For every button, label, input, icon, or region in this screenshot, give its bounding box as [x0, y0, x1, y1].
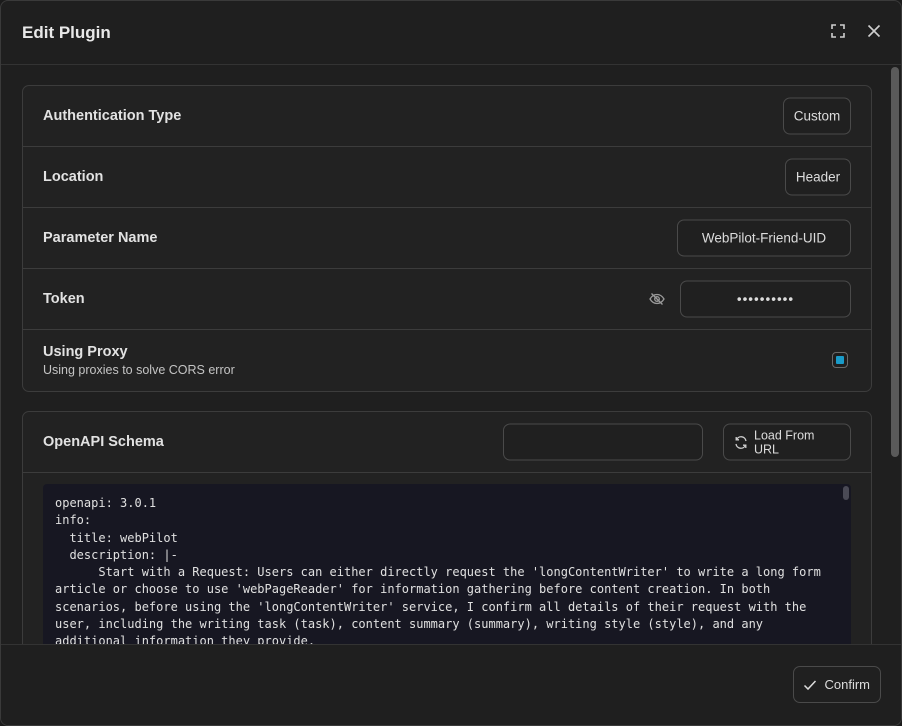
code-line: openapi: 3.0.1	[55, 496, 157, 510]
proxy-checkbox[interactable]	[832, 352, 848, 368]
token-row: Token ••••••••••	[23, 269, 871, 330]
token-label: Token	[43, 291, 85, 307]
proxy-label: Using Proxy	[43, 344, 128, 360]
dialog-body: Authentication Type Custom Location Head…	[1, 65, 901, 646]
dialog-header: Edit Plugin	[1, 1, 901, 65]
proxy-row: Using Proxy Using proxies to solve CORS …	[23, 330, 871, 391]
parameter-name-row: Parameter Name	[23, 208, 871, 269]
code-line: title: webPilot	[55, 530, 178, 545]
confirm-button[interactable]: Confirm	[793, 666, 881, 703]
dialog-scrollbar[interactable]	[891, 67, 899, 457]
parameter-name-label: Parameter Name	[43, 230, 158, 246]
close-icon[interactable]	[864, 21, 884, 41]
eye-off-icon[interactable]	[649, 291, 667, 307]
location-row: Location Header	[23, 147, 871, 208]
code-line: description: |-	[55, 547, 178, 562]
dialog-title: Edit Plugin	[22, 23, 111, 42]
location-select[interactable]: Header	[785, 158, 851, 196]
schema-header-row: OpenAPI Schema Load From URL	[23, 412, 871, 473]
auth-type-row: Authentication Type Custom	[23, 86, 871, 147]
proxy-checkbox-mark	[836, 356, 844, 364]
proxy-description: Using proxies to solve CORS error	[43, 363, 235, 377]
openapi-schema-card: OpenAPI Schema Load From URL openapi: 3.…	[22, 411, 872, 646]
code-line: Start with a Request: Users can either d…	[55, 565, 821, 580]
auth-settings-card: Authentication Type Custom Location Head…	[22, 85, 872, 392]
code-scrollbar[interactable]	[843, 486, 849, 500]
parameter-name-input[interactable]	[677, 219, 851, 257]
code-line: info:	[55, 513, 92, 528]
code-line: scenarios, before using the 'longContent…	[55, 599, 807, 614]
schema-code-editor[interactable]: openapi: 3.0.1 info: title: webPilot desc…	[43, 484, 851, 646]
load-from-url-button[interactable]: Load From URL	[723, 423, 851, 461]
auth-type-label: Authentication Type	[43, 108, 182, 124]
dialog-footer: Confirm	[1, 644, 901, 725]
edit-plugin-dialog: Edit Plugin Authentication Type Custom L…	[0, 0, 902, 726]
token-input[interactable]: ••••••••••	[680, 280, 851, 318]
expand-icon[interactable]	[828, 21, 848, 41]
code-line: article or choose to use 'webPageReader'…	[55, 582, 771, 597]
code-line: user, including the writing task (task),…	[55, 617, 764, 632]
auth-type-select[interactable]: Custom	[783, 97, 851, 135]
refresh-icon	[734, 435, 748, 449]
schema-url-input[interactable]	[503, 423, 703, 461]
check-icon	[802, 677, 818, 693]
location-label: Location	[43, 169, 104, 185]
schema-label: OpenAPI Schema	[43, 434, 164, 450]
load-from-url-label: Load From URL	[754, 428, 815, 456]
code-lines: openapi: 3.0.1 info: title: webPilot desc…	[55, 495, 839, 646]
confirm-label: Confirm	[824, 677, 870, 692]
